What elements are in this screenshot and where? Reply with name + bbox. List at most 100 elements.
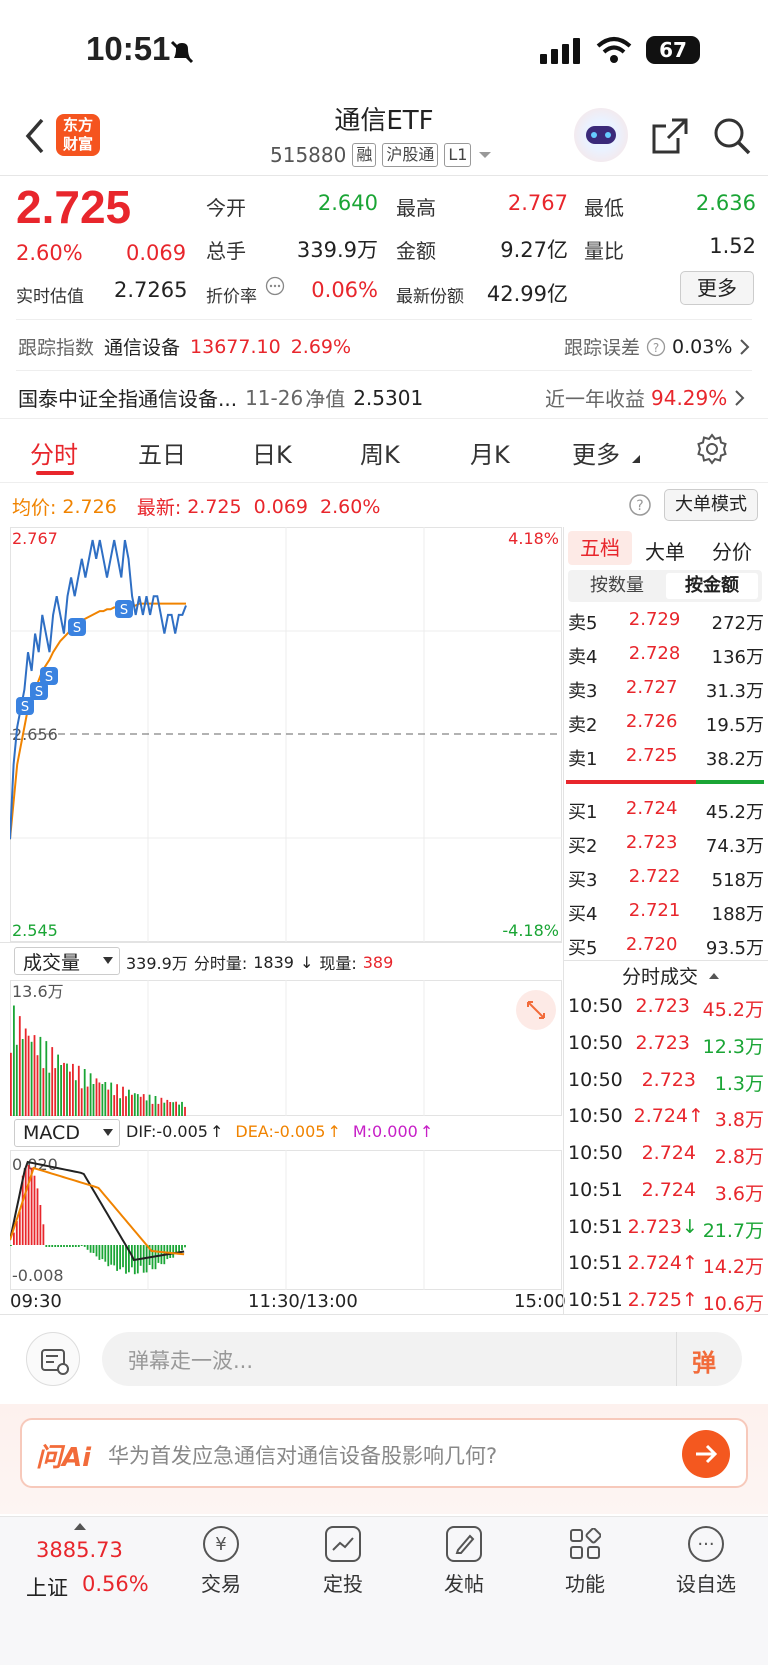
latest-change: 0.069 [253,495,309,518]
danmu-settings-button[interactable] [26,1332,80,1386]
volume-bar [63,1062,65,1116]
nav-fixed-invest-label: 定投 [323,1572,363,1596]
volume-bar [95,1078,98,1116]
battery-level: 67 [659,38,687,62]
minute-volume-label: 分时量: [193,954,248,973]
volume-bar [169,1102,172,1116]
discount-label: 折价率 [206,287,257,307]
tracking-error[interactable]: 跟踪误差 ? 0.03% [564,333,750,360]
volume-ratio-value: 1.52 [709,234,756,258]
macd-bar [139,1245,142,1266]
expand-chart-button[interactable] [516,990,556,1030]
tab-five-day[interactable]: 五日 [138,435,186,470]
bid-row-5[interactable]: 买5 2.720 93.5万 [568,934,764,960]
macd-bar [33,1175,36,1245]
big-order-mode-button[interactable]: 大单模式 [664,489,758,521]
macd-bar [95,1245,98,1257]
latest-pct: 2.60% [320,495,381,518]
trade-arrow: ↑ [681,1252,698,1274]
orderbook-tab-big[interactable]: 大单 [645,536,685,565]
ask-row-5[interactable]: 卖5 2.729 272万 [568,609,764,635]
nav-fixed-invest[interactable]: 定投 [293,1526,393,1597]
ask-row-1[interactable]: 卖1 2.725 38.2万 [568,745,764,771]
low-value: 2.636 [695,191,756,215]
trade-amount: 10.6万 [702,1293,764,1315]
fund-row[interactable]: 国泰中证全指通信设备... 11-26 净值 2.5301 [18,383,423,412]
nav-trade[interactable]: ¥ 交易 [171,1526,271,1597]
volume-bar [110,1082,113,1116]
volume-bar [36,1055,39,1116]
volume-bar [116,1084,118,1116]
robot-assistant-avatar[interactable] [574,108,628,162]
amount-label: 金额 [396,239,436,263]
ask-row-3[interactable]: 卖3 2.727 31.3万 [568,677,764,703]
change-value: 0.069 [126,241,187,265]
settings-gear-icon[interactable] [696,433,728,465]
chart-trend-icon [325,1526,361,1562]
volume-bar [72,1063,74,1116]
nav-post[interactable]: 发帖 [414,1526,514,1597]
orderbook-tab-price[interactable]: 分价 [712,536,752,565]
macd-bar [86,1245,89,1250]
ai-go-button[interactable] [682,1430,730,1478]
more-button[interactable]: 更多 [680,271,754,305]
latest-label: 最新: [136,497,182,519]
dropdown-arrow-icon[interactable] [477,149,493,161]
bid-price: 2.721 [628,900,681,921]
macd-bar [181,1245,183,1251]
indicator-selector-macd[interactable]: MACD [14,1119,120,1147]
macd-bar [178,1245,180,1252]
tracking-row[interactable]: 跟踪指数 通信设备 13677.10 2.69% [18,333,351,360]
bid-amount: 188万 [711,904,764,925]
tab-daily-k[interactable]: 日K [252,435,292,470]
panel-divider [563,527,564,1314]
svg-text:?: ? [653,341,659,355]
search-icon[interactable] [712,116,752,156]
trades-title[interactable]: 分时成交 [622,962,720,989]
chevron-right-icon [735,389,745,406]
ask-row-4[interactable]: 卖4 2.728 136万 [568,643,764,669]
tab-weekly-k[interactable]: 周K [360,435,400,470]
volume-bar [136,1094,139,1116]
index-pct: 0.56% [82,1572,149,1596]
orderbook-tab-five[interactable]: 五档 [568,531,632,565]
trade-time: 10:50 [568,1142,623,1164]
ask-price: 2.727 [625,677,678,698]
help-icon[interactable]: ? [646,337,666,357]
intraday-price-chart[interactable]: 2.767 2.656 2.545 4.18% -4.18% S S S S S [10,527,562,942]
bid-row-3[interactable]: 买3 2.722 518万 [568,866,764,892]
macd-bar [92,1245,95,1253]
indicator-selector-volume[interactable]: 成交量 [14,947,120,975]
ask-price: 2.726 [625,711,678,732]
ask-amount: 272万 [711,613,764,634]
index-value[interactable]: 3885.73 [36,1538,123,1562]
macd-bar [89,1245,92,1253]
tab-intraday[interactable]: 分时 [30,435,78,470]
volume-bar [92,1084,95,1116]
subtab-by-amount[interactable]: 按金额 [666,573,758,599]
ai-question-card[interactable]: 问Ai 华为首发应急通信对通信设备股影响几何? [20,1418,748,1488]
help-icon[interactable]: ? [628,493,652,517]
bid-row-2[interactable]: 买2 2.723 74.3万 [568,832,764,858]
tab-more[interactable]: 更多 [572,435,620,470]
nav-functions[interactable]: 功能 [535,1526,635,1597]
volume-bar [54,1068,57,1116]
stock-sub-info: 515880 融 沪股通 L1 [270,143,493,167]
ask-label: 卖4 [568,647,598,668]
ask-row-2[interactable]: 卖2 2.726 19.5万 [568,711,764,737]
subtab-by-volume[interactable]: 按数量 [572,573,662,599]
share-icon[interactable] [650,116,690,156]
dea-line [10,1166,185,1256]
danmu-input[interactable]: 弹幕走一波... 弹 [102,1332,742,1386]
year-return[interactable]: 近一年收益 94.29% [545,383,745,412]
macd-bar [60,1245,62,1247]
macd-bottom-label: -0.008 [12,1266,64,1285]
expand-up-icon[interactable] [74,1522,86,1530]
bid-row-4[interactable]: 买4 2.721 188万 [568,900,764,926]
tab-monthly-k[interactable]: 月K [470,435,510,470]
bid-row-1[interactable]: 买1 2.724 45.2万 [568,798,764,824]
macd-bar [101,1245,104,1260]
nav-add-watchlist[interactable]: ··· 设自选 [656,1526,756,1597]
danmu-send-button[interactable]: 弹 [692,1343,716,1378]
info-dots-icon[interactable] [265,276,285,296]
